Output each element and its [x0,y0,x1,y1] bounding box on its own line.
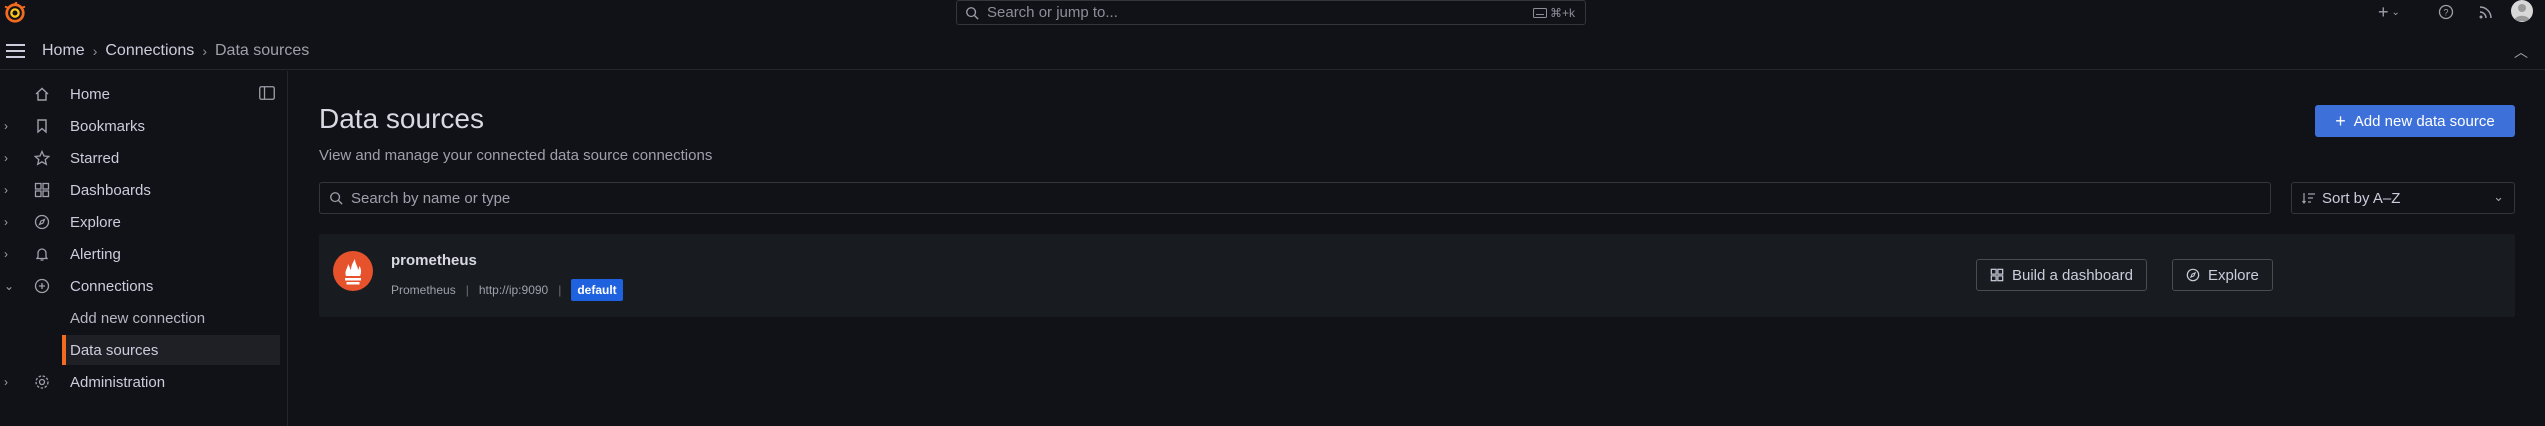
user-icon [2514,4,2530,21]
keyboard-icon [1532,8,1547,18]
prometheus-logo-icon [333,251,373,291]
sidebar-subitem-label: Data sources [70,341,159,359]
dashboards-icon [1990,268,2004,282]
explore-button[interactable]: Explore [2172,259,2273,291]
datasource-search-input[interactable]: Search by name or type [319,182,2271,214]
explore-label: Explore [2208,266,2259,284]
menu-icon[interactable] [6,44,25,58]
plus-icon: + [2335,111,2346,131]
sidebar-item-label: Bookmarks [70,117,146,135]
chevron-down-icon: ⌄ [2493,189,2504,204]
sidebar-item-label: Dashboards [70,181,151,199]
sort-icon [2302,193,2315,204]
sidebar-subitem-add-new-connection[interactable]: Add new connection [62,303,280,333]
datasource-name[interactable]: prometheus [391,252,477,269]
sort-label: Sort by A–Z [2322,189,2401,207]
bell-icon [33,245,51,263]
chevron-right-icon[interactable]: › [4,119,8,133]
chevron-down-icon[interactable]: ⌄ [4,279,14,293]
sidebar-item-connections[interactable]: ⌄ Connections [0,271,280,301]
chevron-right-icon[interactable]: › [4,247,8,261]
chevron-right-icon[interactable]: › [4,375,8,389]
chevron-right-icon: › [202,43,207,59]
sidebar-item-alerting[interactable]: › Alerting [0,239,280,269]
bookmark-icon [33,117,51,135]
add-button-label: Add new data source [2353,112,2495,130]
datasource-card[interactable]: prometheus Prometheus | http://ip:9090 |… [319,234,2515,317]
sidebar-subitem-data-sources[interactable]: Data sources [62,335,280,365]
compass-icon [33,213,51,231]
sidebar-item-starred[interactable]: › Starred [0,143,280,173]
chevron-right-icon[interactable]: › [4,151,8,165]
sidebar: Home › Bookmarks › Starred › Dashboards … [0,71,288,426]
add-new-data-source-button[interactable]: + Add new data source [2315,105,2515,137]
plus-icon: + [2378,1,2389,22]
sidebar-item-label: Home [70,85,111,103]
sidebar-item-explore[interactable]: › Explore [0,207,280,237]
build-dashboard-label: Build a dashboard [2012,266,2133,284]
chevron-right-icon[interactable]: › [4,215,8,229]
search-placeholder: Search or jump to... [987,4,1118,21]
main-content: Data sources View and manage your connec… [288,71,2545,426]
page-title: Data sources [319,103,484,134]
top-bar: Search or jump to... ⌘+k + ⌄ ? [0,0,2545,26]
keyboard-shortcut-hint: ⌘+k [1532,6,1575,20]
dashboards-icon [33,181,51,199]
rss-icon [2479,6,2492,19]
sidebar-subitem-label: Add new connection [70,309,206,327]
sidebar-item-home[interactable]: Home [0,79,280,109]
sidebar-item-label: Starred [70,149,120,167]
sidebar-item-label: Administration [70,373,166,391]
sidebar-item-label: Alerting [70,245,121,263]
gear-icon [33,373,51,391]
default-badge: default [571,279,623,301]
star-icon [33,149,51,167]
sidebar-item-dashboards[interactable]: › Dashboards [0,175,280,205]
datasource-meta: Prometheus | http://ip:9090 | default [391,279,623,301]
grafana-logo-icon[interactable] [4,2,26,24]
datasource-type: Prometheus [391,283,456,297]
news-button[interactable] [2478,0,2494,24]
search-icon [330,192,343,205]
help-icon: ? [2438,4,2454,20]
sidebar-item-administration[interactable]: › Administration [0,367,280,397]
sidebar-item-label: Explore [70,213,121,231]
sidebar-item-bookmarks[interactable]: › Bookmarks [0,111,280,141]
help-button[interactable]: ? [2438,0,2454,24]
connections-icon [33,277,51,295]
breadcrumb-data-sources: Data sources [214,42,310,59]
build-dashboard-button[interactable]: Build a dashboard [1976,259,2147,291]
breadcrumb-home[interactable]: Home [42,42,85,60]
svg-text:?: ? [2443,8,2448,18]
breadcrumb-connections[interactable]: Connections [105,42,194,60]
breadcrumb-bar [0,26,2545,70]
compass-icon [2186,268,2200,282]
home-icon [33,85,51,103]
search-icon [966,6,979,20]
sort-select[interactable]: Sort by A–Z ⌄ [2291,182,2515,214]
separator: | [465,283,469,297]
chevron-up-icon[interactable]: ︿ [2514,42,2528,62]
chevron-down-icon: ⌄ [2391,6,2400,18]
search-placeholder: Search by name or type [351,189,511,207]
sidebar-item-label: Connections [70,277,154,295]
page-subtitle: View and manage your connected data sour… [319,147,713,164]
new-menu-button[interactable]: + ⌄ [2378,0,2400,24]
separator: | [558,283,562,297]
chevron-right-icon: › [92,43,98,59]
chevron-right-icon[interactable]: › [4,183,8,197]
breadcrumb: Home › Connections › Data sources [42,42,309,60]
datasource-url: http://ip:9090 [478,283,549,297]
global-search-input[interactable]: Search or jump to... ⌘+k [956,0,1586,25]
user-avatar[interactable] [2511,0,2533,22]
